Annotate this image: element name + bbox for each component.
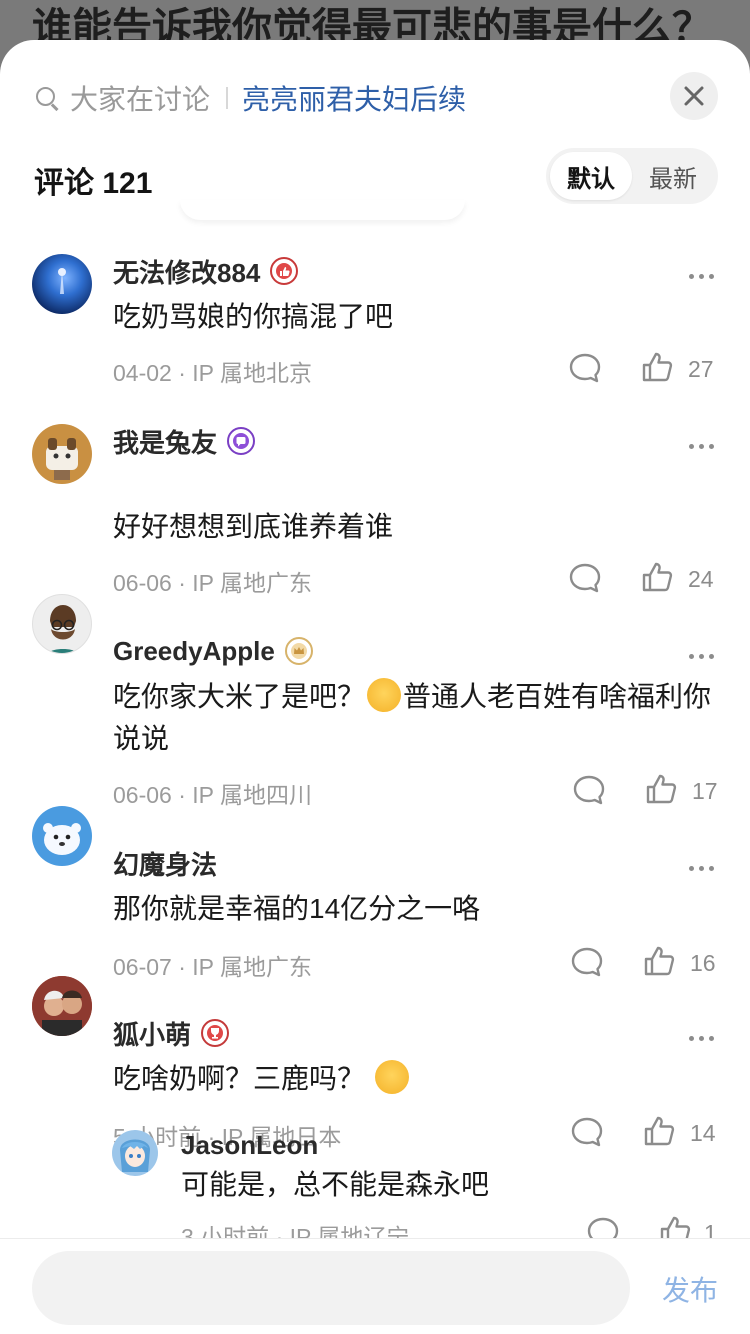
search-placeholder[interactable]: 大家在讨论 [70,78,210,118]
comment-author[interactable]: GreedyApple [113,636,275,667]
avatar[interactable] [32,806,92,866]
laughing-crying-emoji-icon [367,678,402,712]
reply-item: JasonLeon 可能是，总不能是森永吧 3 小时前 · IP 属地辽宁 1 [0,1126,750,1250]
sort-toggle[interactable]: 默认 最新 [546,148,718,204]
like-icon[interactable] [640,350,674,384]
reply-text: 可能是，总不能是森永吧 [181,1169,490,1200]
avatar[interactable] [32,594,92,654]
reply-author[interactable]: JasonLeon [181,1130,318,1161]
thumbs-up-badge-icon [270,257,299,285]
like-icon[interactable] [640,560,674,594]
avatar[interactable] [112,1130,158,1176]
comments-count-title: 评论 121 [34,167,153,200]
avatar[interactable] [32,254,92,314]
comment-input-bar: 发布 [0,1238,750,1334]
comment-text: 吃奶骂娘的你搞混了吧 [113,301,394,332]
comment-date: 04-02 [113,360,172,386]
more-options-icon[interactable] [689,444,714,449]
reply-icon[interactable] [568,352,602,384]
comment-item: 狐小萌 吃啥奶啊？三鹿吗？ 5 小时前 · IP 属地日本 14 [0,972,750,1150]
publish-button[interactable]: 发布 [662,1269,718,1309]
comment-item: 我是兔友 好好想想到底谁养着谁 06-06 · IP 属地广东 24 [0,420,750,596]
close-icon [684,86,704,106]
comment-text: 吃你家大米了是吧？ 普通人老百姓有啥福利你说说 [113,676,713,760]
more-options-icon[interactable] [689,1036,714,1041]
crown-badge-icon [284,637,313,665]
comment-author[interactable]: 我是兔友 [113,423,217,460]
comment-text-part: 吃你家大米了是吧？ [113,681,366,712]
trophy-badge-icon [201,1019,230,1047]
comment-text: 好好想想到底谁养着谁 [113,511,394,542]
like-count: 17 [692,778,718,804]
comment-item: 无法修改884 吃奶骂娘的你搞混了吧 04-02 · IP 属地北京 27 [0,250,750,420]
avatar[interactable] [32,976,92,1036]
comment-text: 那你就是幸福的14亿分之一咯 [113,893,481,924]
more-options-icon[interactable] [689,866,714,871]
search-hot-topic-link[interactable]: 亮亮丽君夫妇后续 [242,78,466,118]
close-button[interactable] [670,72,718,120]
scroll-edge-shadow [180,200,465,220]
like-icon[interactable] [644,772,678,806]
comment-item: 幻魔身法 那你就是幸福的14亿分之一咯 06-07 · IP 属地广东 16 [0,802,750,980]
like-count: 24 [688,566,714,592]
like-count: 27 [688,356,714,382]
comment-ip: IP 属地北京 [192,360,312,386]
search-bar[interactable]: 大家在讨论 亮亮丽君夫妇后续 [34,78,466,118]
thinking-emoji-icon [374,1060,409,1094]
more-options-icon[interactable] [689,274,714,279]
sort-latest-option[interactable]: 最新 [632,152,714,200]
comment-item: GreedyApple 吃你家大米了是吧？ 普通人老百姓有啥福利你说说 06-06… [0,590,750,808]
search-divider [226,87,229,109]
comment-input[interactable] [32,1251,630,1325]
comment-text-part: 吃啥奶啊？三鹿吗？ [113,1063,366,1094]
more-options-icon[interactable] [689,654,714,659]
comment-text: 吃啥奶啊？三鹿吗？ [113,1058,713,1100]
avatar[interactable] [32,424,92,484]
search-icon [34,85,60,111]
comment-author[interactable]: 幻魔身法 [113,845,217,882]
comment-author[interactable]: 狐小萌 [113,1015,191,1052]
comment-meta: 04-02 · IP 属地北京 [113,360,312,386]
chat-badge-icon [227,427,256,455]
comment-sheet: 大家在讨论 亮亮丽君夫妇后续 评论 121 默认 最新 无法修改884 吃奶骂娘… [0,40,750,1334]
comment-author[interactable]: 无法修改884 [113,253,260,290]
sort-default-option[interactable]: 默认 [550,152,632,200]
